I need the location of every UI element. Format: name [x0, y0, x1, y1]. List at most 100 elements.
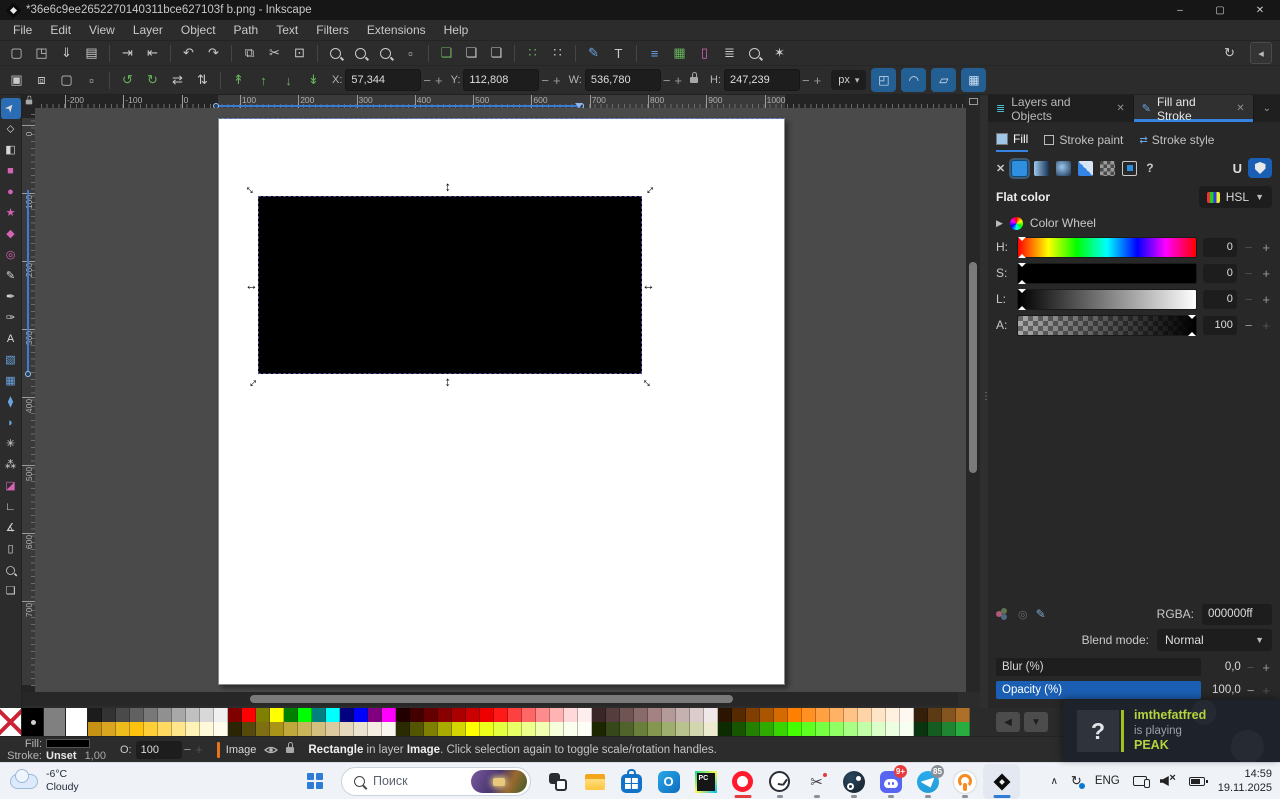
h-decrease-button[interactable]: −: [802, 74, 810, 87]
palette-swatch[interactable]: [172, 708, 186, 722]
palette-swatch[interactable]: [494, 722, 508, 736]
close-tab-icon[interactable]: ✕: [1236, 103, 1244, 114]
palette-swatch[interactable]: [368, 722, 382, 736]
palette-swatch[interactable]: [270, 708, 284, 722]
h-slider[interactable]: [1017, 236, 1197, 258]
palette-swatch[interactable]: [704, 708, 718, 722]
s-decrease-button[interactable]: −: [1245, 267, 1253, 280]
rotate-ccw-button[interactable]: ↺: [115, 69, 140, 92]
tray-overflow-chevron-icon[interactable]: ∧: [1051, 776, 1058, 787]
palette-swatch[interactable]: [522, 708, 536, 722]
save-document-button[interactable]: ⇓: [54, 42, 79, 65]
taskbar-telegram[interactable]: 85: [909, 764, 946, 799]
color-managed-icon[interactable]: [996, 608, 1010, 620]
palette-swatch[interactable]: [872, 722, 886, 736]
color-wheel-expander[interactable]: ▶ Color Wheel: [996, 212, 1272, 234]
palette-swatch[interactable]: [802, 708, 816, 722]
menu-path[interactable]: Path: [225, 20, 268, 40]
palette-swatch[interactable]: [228, 708, 242, 722]
palette-swatch[interactable]: [508, 722, 522, 736]
palette-swatch[interactable]: [536, 722, 550, 736]
opacity-slider[interactable]: Opacity (%): [996, 681, 1201, 699]
palette-swatch[interactable]: [942, 722, 956, 736]
unknown-paint-button[interactable]: ?: [1146, 161, 1153, 175]
palette-swatch[interactable]: [382, 708, 396, 722]
preferences-button[interactable]: ✶: [767, 42, 792, 65]
taskbar-explorer[interactable]: [576, 764, 613, 799]
y-decrease-button[interactable]: −: [541, 74, 549, 87]
palette-swatch[interactable]: [270, 722, 284, 736]
lower-to-bottom-button[interactable]: ↡: [301, 69, 326, 92]
pattern-button[interactable]: [1078, 160, 1094, 176]
palette-swatch[interactable]: [704, 722, 718, 736]
tool-page-tool[interactable]: ▯: [1, 539, 21, 560]
w-input[interactable]: 536,780: [584, 69, 661, 91]
steam-notification[interactable]: ? imthefatfred is playing PEAK: [1063, 700, 1280, 762]
taskbar-task-view[interactable]: [539, 764, 576, 799]
palette-swatch[interactable]: [900, 708, 914, 722]
palette-swatch[interactable]: [214, 722, 228, 736]
taskbar-opera[interactable]: [724, 764, 761, 799]
xml-editor-button[interactable]: [742, 42, 767, 65]
palette-swatch[interactable]: [690, 708, 704, 722]
export-button[interactable]: ⇤: [140, 42, 165, 65]
tool-tweak[interactable]: ✳: [1, 434, 21, 455]
palette-swatch[interactable]: [886, 708, 900, 722]
zoom-drawing-button[interactable]: [348, 42, 373, 65]
palette-swatch[interactable]: [662, 722, 676, 736]
palette-swatch[interactable]: [788, 708, 802, 722]
palette-swatch[interactable]: [928, 722, 942, 736]
palette-swatch[interactable]: [914, 722, 928, 736]
palette-swatch[interactable]: [634, 708, 648, 722]
palette-swatch[interactable]: [144, 722, 158, 736]
palette-swatch[interactable]: [116, 708, 130, 722]
palette-swatch[interactable]: [144, 708, 158, 722]
palette-swatch[interactable]: [620, 722, 634, 736]
palette-swatch[interactable]: [0, 708, 22, 736]
ungroup-button[interactable]: ∷: [545, 42, 570, 65]
flip-horizontal-button[interactable]: ⇄: [165, 69, 190, 92]
palette-swatch[interactable]: [298, 722, 312, 736]
palette-swatch[interactable]: [466, 708, 480, 722]
opacity-increase-button[interactable]: +: [1262, 684, 1270, 697]
tool-star[interactable]: ★: [1, 203, 21, 224]
mesh-gradient-button[interactable]: [1100, 160, 1116, 176]
blur-decrease-button[interactable]: −: [1247, 661, 1255, 674]
tool-gradient[interactable]: ▧: [1, 350, 21, 371]
palette-swatch[interactable]: [942, 708, 956, 722]
tool-measure[interactable]: ∡: [1, 518, 21, 539]
palette-swatch[interactable]: [830, 722, 844, 736]
palette-swatch[interactable]: [326, 722, 340, 736]
search-input[interactable]: Поиск: [341, 766, 531, 796]
palette-swatch[interactable]: [648, 708, 662, 722]
palette-swatch[interactable]: [858, 708, 872, 722]
vertical-scrollbar[interactable]: [966, 108, 980, 692]
print-button[interactable]: ▤: [79, 42, 104, 65]
lock-ratio-icon[interactable]: [690, 72, 699, 83]
flat-color-button[interactable]: [1012, 160, 1028, 176]
palette-swatch[interactable]: [228, 722, 242, 736]
palette-swatch[interactable]: [774, 722, 788, 736]
palette-swatch[interactable]: [900, 722, 914, 736]
taskbar-discord[interactable]: 9+: [872, 764, 909, 799]
palette-swatch[interactable]: [66, 708, 88, 736]
color-picker-icon[interactable]: ✎: [1036, 607, 1046, 621]
palette-swatch[interactable]: [200, 708, 214, 722]
tool-pencil[interactable]: ✎: [1, 266, 21, 287]
palette-swatch[interactable]: [816, 722, 830, 736]
palette-swatch[interactable]: [312, 708, 326, 722]
palette-swatch[interactable]: [312, 722, 326, 736]
l-slider[interactable]: [1017, 288, 1197, 310]
palette-swatch[interactable]: [662, 708, 676, 722]
tool-text-tool[interactable]: A: [1, 329, 21, 350]
cut-button[interactable]: ✂: [262, 42, 287, 65]
palette-swatch[interactable]: [956, 722, 970, 736]
duplicate-button[interactable]: ❏: [434, 42, 459, 65]
palette-swatch[interactable]: [746, 708, 760, 722]
palette-swatch[interactable]: [368, 708, 382, 722]
tool-zoom-tool[interactable]: [1, 560, 21, 581]
tool-eraser[interactable]: ◪: [1, 476, 21, 497]
lower-button[interactable]: ↓: [276, 69, 301, 92]
shield-paint-button[interactable]: [1248, 158, 1272, 178]
raise-to-top-button[interactable]: ↟: [226, 69, 251, 92]
